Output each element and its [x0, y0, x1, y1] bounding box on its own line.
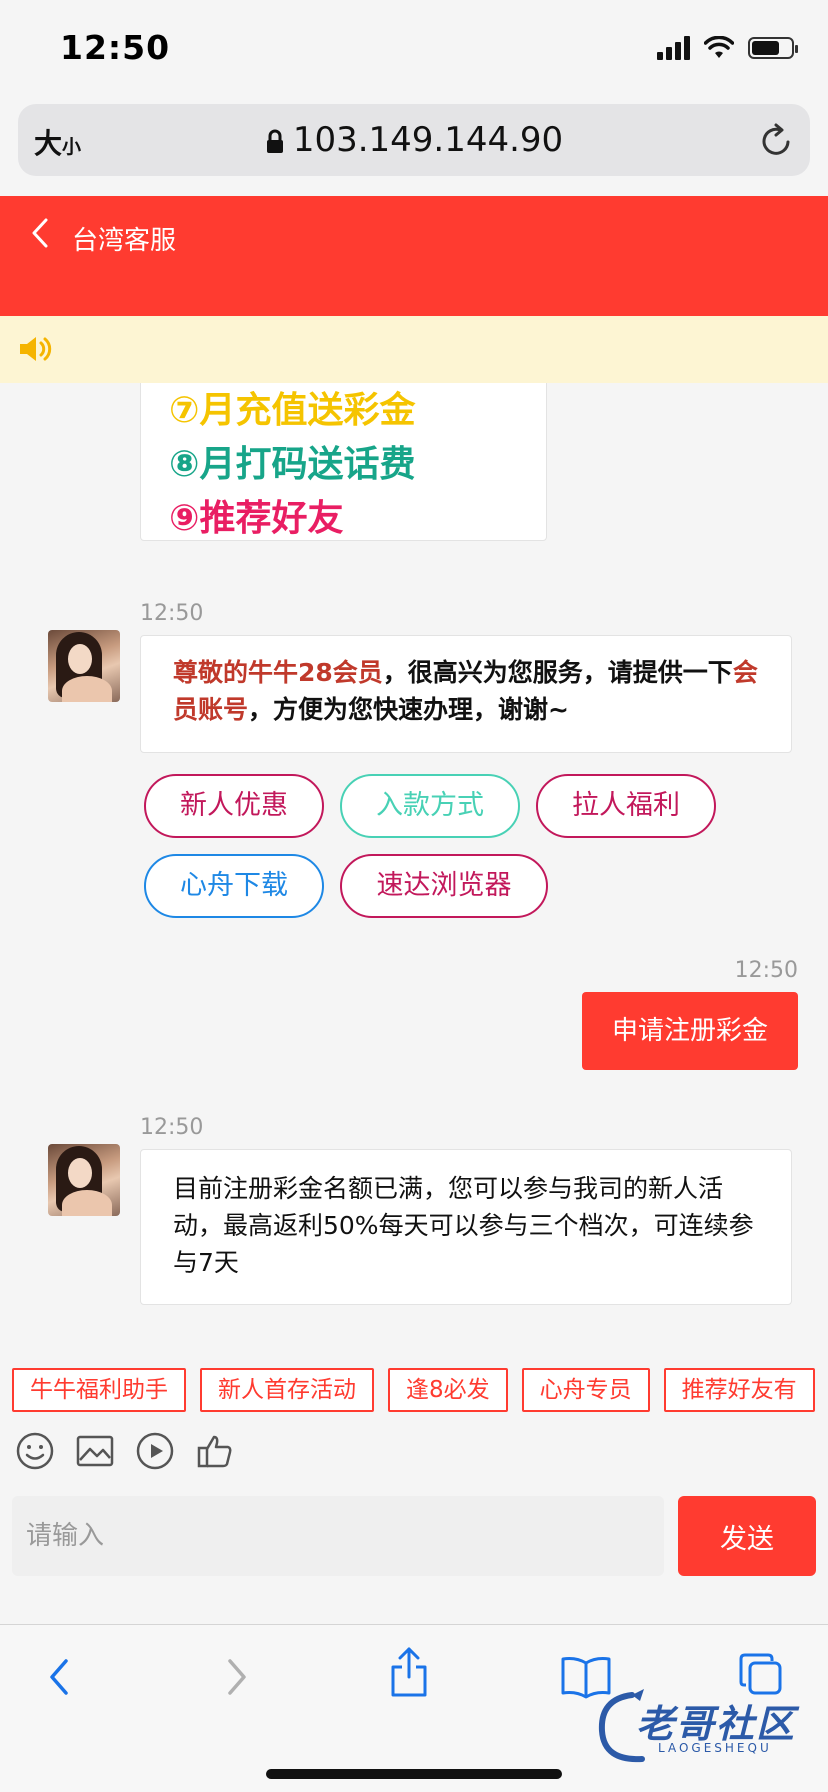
- promo-line: ⑦月充值送彩金: [169, 390, 416, 431]
- reload-icon[interactable]: [760, 122, 794, 158]
- message-timestamp: 12:50: [140, 1115, 204, 1140]
- message-text-part: ，方便为您快速办理，谢谢~: [248, 695, 569, 724]
- url-text: 103.149.144.90: [292, 120, 564, 160]
- send-button[interactable]: 发送: [678, 1496, 816, 1576]
- lock-icon: [266, 129, 283, 153]
- agent-avatar: [48, 630, 120, 702]
- back-icon[interactable]: [26, 216, 56, 250]
- shortcut-tag[interactable]: 推荐好友有: [663, 1368, 815, 1412]
- quick-reply-app-download[interactable]: 心舟下载: [144, 854, 324, 918]
- quick-reply-deposit-methods[interactable]: 入款方式: [340, 774, 520, 838]
- message-input-row: 发送: [12, 1496, 816, 1576]
- agent-avatar: [48, 1144, 120, 1216]
- video-icon[interactable]: [136, 1432, 174, 1470]
- thumbs-up-icon[interactable]: [196, 1432, 234, 1470]
- highlight-text: 尊敬的牛牛28会员: [173, 658, 383, 687]
- shortcut-tag[interactable]: 新人首存活动: [200, 1368, 374, 1412]
- battery-icon: [748, 37, 798, 59]
- cellular-signal-icon: [657, 36, 690, 60]
- share-icon[interactable]: [388, 1645, 430, 1699]
- input-toolbar: [16, 1432, 234, 1470]
- message-text-part: ，很高兴为您服务，请提供一下: [382, 658, 733, 687]
- shortcut-tags[interactable]: 牛牛福利助手 新人首存活动 逢8必发 心舟专员 推荐好友有: [12, 1368, 816, 1414]
- quick-reply-browser[interactable]: 速达浏览器: [340, 854, 548, 918]
- promo-message-bubble: ⑦月充值送彩金 ⑧月打码送话费 ⑨推荐好友: [140, 383, 547, 541]
- page-title: 台湾客服: [72, 226, 177, 256]
- browser-toolbar: 老哥社区 LAOGESHEQU: [0, 1624, 828, 1792]
- notice-bar: [0, 316, 828, 383]
- status-time: 12:50: [60, 28, 171, 67]
- watermark-logo: 老哥社区 LAOGESHEQU: [592, 1685, 812, 1769]
- image-icon[interactable]: [76, 1432, 114, 1470]
- watermark-text: 老哥社区: [636, 1702, 797, 1746]
- message-timestamp: 12:50: [734, 958, 798, 983]
- status-bar: 12:50: [0, 0, 828, 96]
- emoji-icon[interactable]: [16, 1432, 54, 1470]
- shortcut-tag[interactable]: 牛牛福利助手: [12, 1368, 186, 1412]
- chat-messages[interactable]: ⑦月充值送彩金 ⑧月打码送话费 ⑨推荐好友 12:50 尊敬的牛牛28会员，很高…: [0, 383, 828, 1358]
- quick-reply-newcomer-offer[interactable]: 新人优惠: [144, 774, 324, 838]
- agent-message-bubble: 目前注册彩金名额已满，您可以参与我司的新人活动，最高返利50%每天可以参与三个档…: [140, 1149, 792, 1305]
- message-input[interactable]: [12, 1496, 664, 1576]
- speaker-icon: [20, 337, 52, 361]
- url-display[interactable]: 103.149.144.90: [18, 120, 810, 160]
- watermark-subtext: LAOGESHEQU: [658, 1741, 772, 1755]
- user-message-bubble: 申请注册彩金: [582, 992, 798, 1070]
- agent-message-bubble: 尊敬的牛牛28会员，很高兴为您服务，请提供一下会员账号，方便为您快速办理，谢谢~: [140, 635, 792, 753]
- promo-line: ⑨推荐好友: [169, 498, 344, 539]
- wifi-icon: [704, 36, 734, 58]
- message-timestamp: 12:50: [140, 601, 204, 626]
- quick-reply-referral-bonus[interactable]: 拉人福利: [536, 774, 716, 838]
- shortcut-tag[interactable]: 逢8必发: [388, 1368, 508, 1412]
- address-bar[interactable]: 大小 103.149.144.90: [18, 104, 810, 176]
- browser-forward-icon[interactable]: [222, 1655, 252, 1699]
- chat-header: 台湾客服: [0, 196, 828, 316]
- agent-message-text: 尊敬的牛牛28会员，很高兴为您服务，请提供一下会员账号，方便为您快速办理，谢谢~: [173, 654, 759, 728]
- home-indicator: [266, 1769, 562, 1779]
- shortcut-tag[interactable]: 心舟专员: [521, 1368, 650, 1412]
- status-icons: [657, 36, 798, 60]
- agent-message-text: 目前注册彩金名额已满，您可以参与我司的新人活动，最高返利50%每天可以参与三个档…: [173, 1174, 754, 1277]
- promo-line: ⑧月打码送话费: [169, 444, 416, 485]
- browser-back-icon[interactable]: [44, 1655, 74, 1699]
